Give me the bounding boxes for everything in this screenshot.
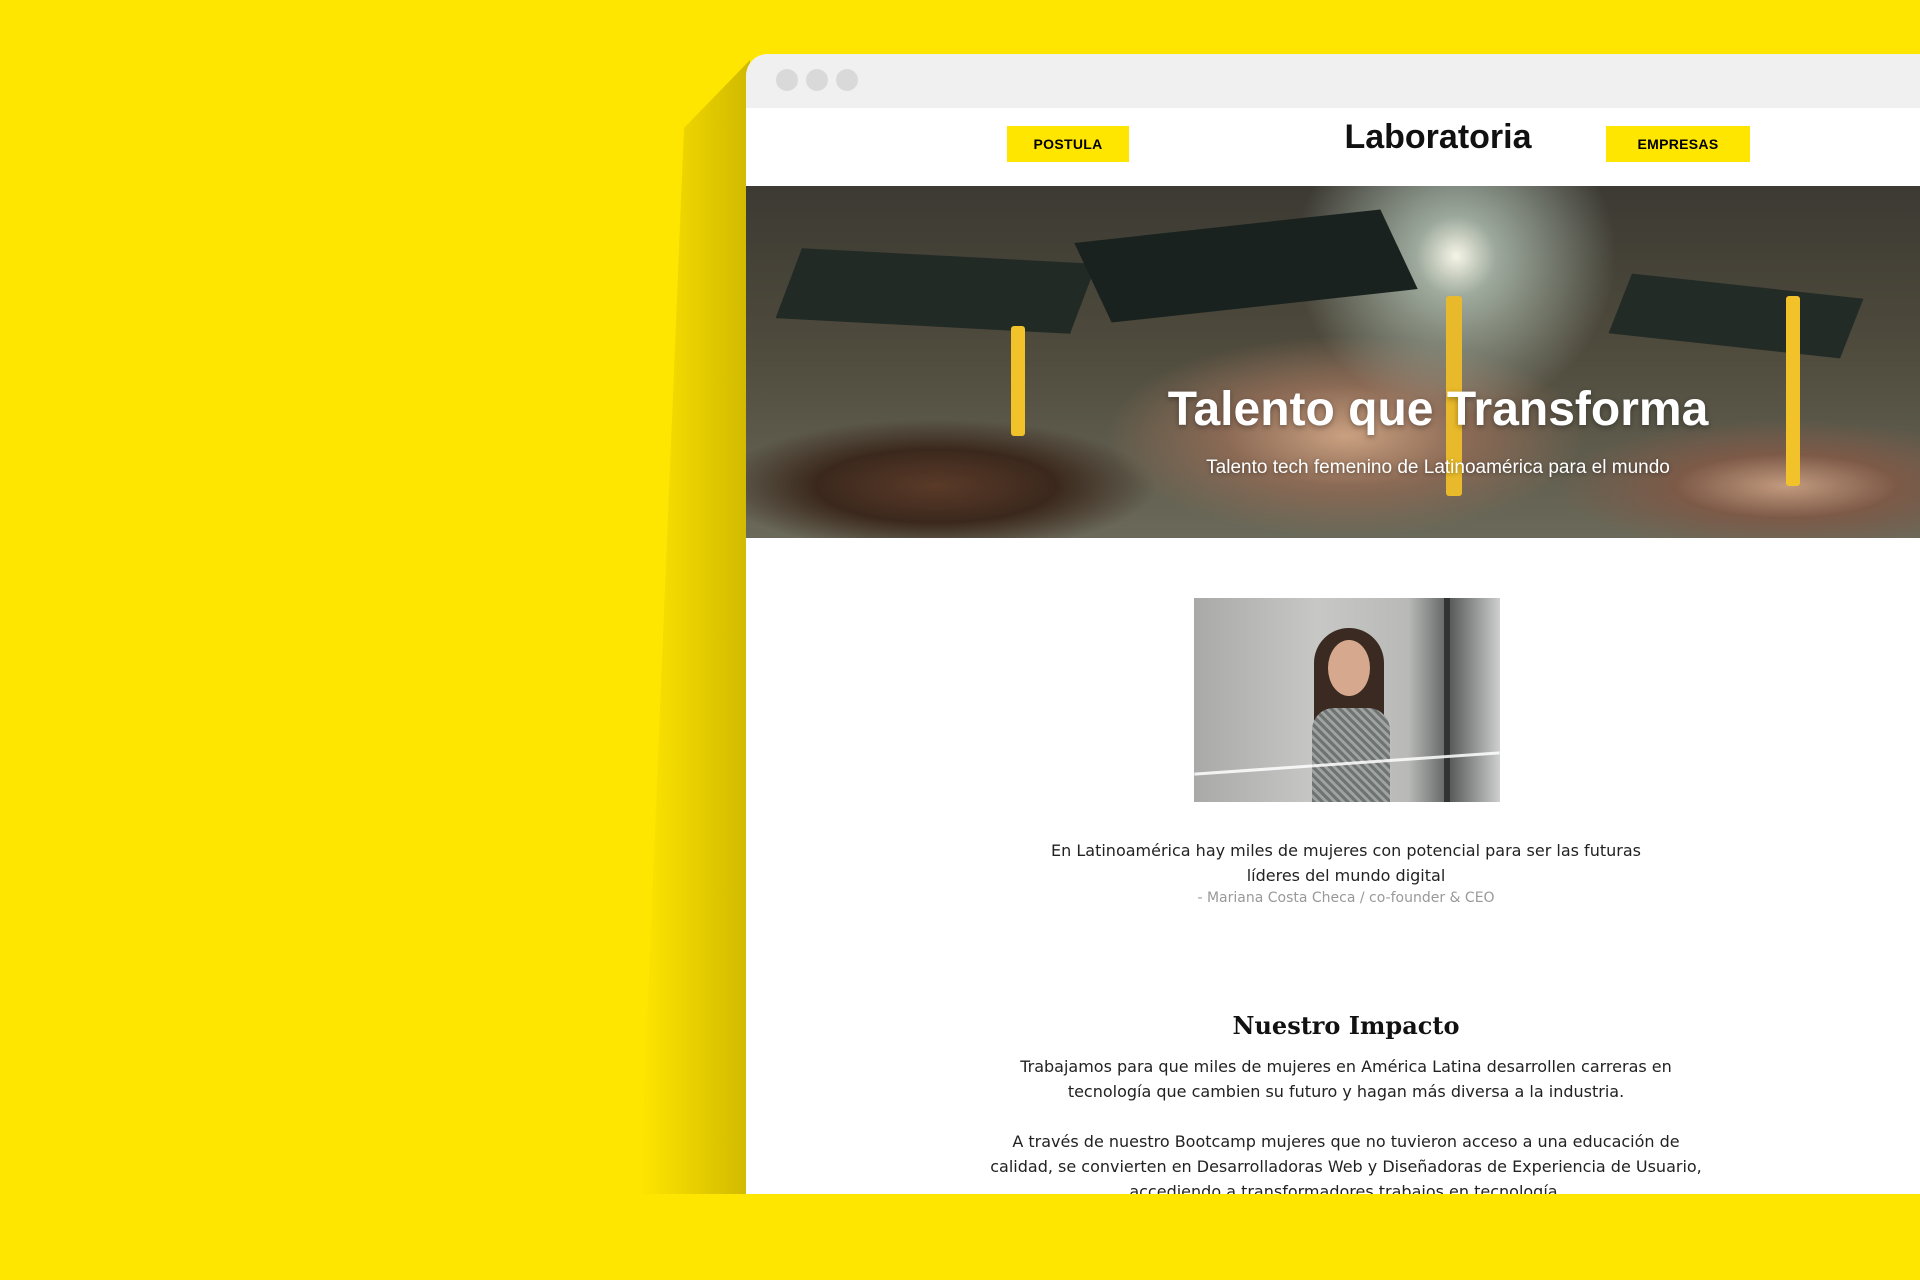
- photo-face: [1328, 640, 1370, 696]
- ceo-quote: En Latinoamérica hay miles de mujeres co…: [1051, 841, 1641, 885]
- hero-banner: Talento que Transforma Talento tech feme…: [746, 186, 1920, 538]
- yellow-bottom-band: [0, 1194, 1920, 1280]
- hero-title: Talento que Transforma: [1167, 383, 1709, 436]
- ceo-photo: [1194, 598, 1500, 802]
- graduation-cap-center: [1074, 209, 1418, 323]
- photo-window-frame: [1444, 598, 1450, 802]
- graduation-cap-right: [1608, 273, 1864, 359]
- site-navbar: POSTULA Laboratoria EMPRESAS: [746, 108, 1920, 186]
- impact-paragraph-2: A través de nuestro Bootcamp mujeres que…: [990, 1132, 1702, 1194]
- graduation-cap-left: [775, 248, 1097, 334]
- window-maximize-dot[interactable]: [836, 69, 858, 91]
- impact-heading: Nuestro Impacto: [1232, 1011, 1460, 1040]
- browser-window: POSTULA Laboratoria EMPRESAS Talento que…: [746, 54, 1920, 1194]
- hero-subtitle: Talento tech femenino de Latinoamérica p…: [1206, 457, 1670, 478]
- window-minimize-dot[interactable]: [806, 69, 828, 91]
- window-close-dot[interactable]: [776, 69, 798, 91]
- empresas-button[interactable]: EMPRESAS: [1606, 126, 1750, 162]
- quote-author: - Mariana Costa Checa / co-founder & CEO: [1197, 890, 1495, 906]
- browser-titlebar: [746, 54, 1920, 108]
- impact-paragraph-1: Trabajamos para que miles de mujeres en …: [1020, 1057, 1672, 1101]
- photo-body: [1312, 708, 1390, 802]
- page-shadow: [640, 60, 750, 1194]
